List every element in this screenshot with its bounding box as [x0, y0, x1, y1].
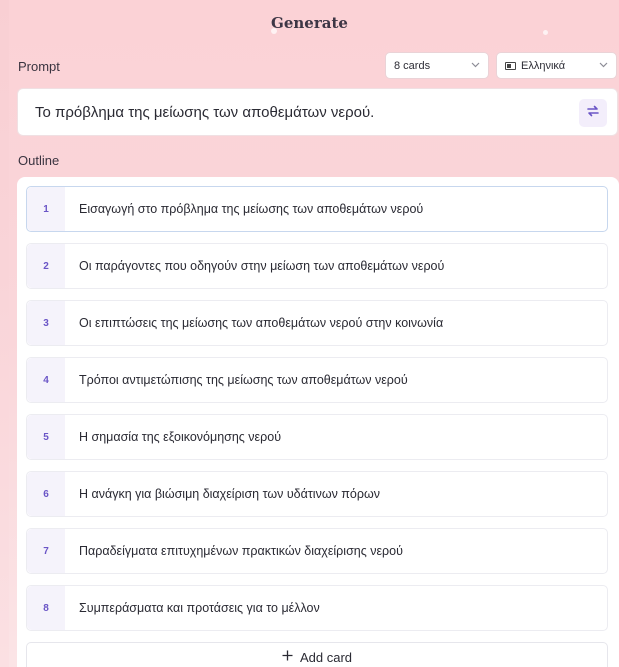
language-value: Ελληνικά: [521, 59, 566, 72]
outline-list: 1 Εισαγωγή στο πρόβλημα της μείωσης των …: [17, 177, 619, 667]
card-title[interactable]: Εισαγωγή στο πρόβλημα της μείωσης των απ…: [65, 202, 423, 216]
plus-icon: [282, 648, 293, 666]
add-card-button[interactable]: Add card: [26, 642, 608, 667]
outline-card[interactable]: 3 Οι επιπτώσεις της μείωσης των αποθεμάτ…: [26, 300, 608, 346]
chevron-down-icon: [471, 60, 480, 71]
card-title[interactable]: Η ανάγκη για βιώσιμη διαχείριση των υδάτ…: [65, 487, 380, 501]
card-number: 6: [27, 472, 65, 516]
regenerate-button[interactable]: [579, 99, 607, 127]
card-number: 3: [27, 301, 65, 345]
card-number: 5: [27, 415, 65, 459]
page-title: Generate: [271, 14, 348, 32]
add-card-label: Add card: [299, 649, 353, 665]
language-select[interactable]: Ελληνικά: [496, 52, 617, 79]
outline-card[interactable]: 5 Η σημασία της εξοικονόμησης νερού: [26, 414, 608, 460]
prompt-label: Prompt: [18, 59, 60, 74]
chevron-down-icon: [599, 60, 608, 71]
card-title[interactable]: Συμπεράσματα και προτάσεις για το μέλλον: [65, 601, 320, 615]
regenerate-icon: [586, 104, 600, 122]
outline-card[interactable]: 1 Εισαγωγή στο πρόβλημα της μείωσης των …: [26, 186, 608, 232]
card-number: 1: [27, 187, 65, 231]
prompt-input[interactable]: Το πρόβλημα της μείωσης των αποθεμάτων ν…: [17, 88, 618, 136]
cards-count-select[interactable]: 8 cards: [385, 52, 489, 79]
card-title[interactable]: Οι παράγοντες που οδηγούν στην μείωση τω…: [65, 259, 444, 273]
flag-icon: [505, 61, 516, 70]
outline-label: Outline: [18, 153, 60, 168]
outline-card[interactable]: 6 Η ανάγκη για βιώσιμη διαχείριση των υδ…: [26, 471, 608, 517]
prompt-text: Το πρόβλημα της μείωσης των αποθεμάτων ν…: [35, 103, 375, 121]
card-number: 4: [27, 358, 65, 402]
card-number: 8: [27, 586, 65, 630]
card-title[interactable]: Οι επιπτώσεις της μείωσης των αποθεμάτων…: [65, 316, 443, 330]
cards-count-value: 8 cards: [394, 59, 431, 72]
card-title[interactable]: Παραδείγματα επιτυχημένων πρακτικών διαχ…: [65, 544, 403, 558]
outline-card[interactable]: 2 Οι παράγοντες που οδηγούν στην μείωση …: [26, 243, 608, 289]
outline-card[interactable]: 8 Συμπεράσματα και προτάσεις για το μέλλ…: [26, 585, 608, 631]
outline-card[interactable]: 7 Παραδείγματα επιτυχημένων πρακτικών δι…: [26, 528, 608, 574]
card-title[interactable]: Η σημασία της εξοικονόμησης νερού: [65, 430, 281, 444]
outline-card[interactable]: 4 Τρόποι αντιμετώπισης της μείωσης των α…: [26, 357, 608, 403]
card-number: 7: [27, 529, 65, 573]
card-title[interactable]: Τρόποι αντιμετώπισης της μείωσης των απο…: [65, 373, 408, 387]
card-number: 2: [27, 244, 65, 288]
